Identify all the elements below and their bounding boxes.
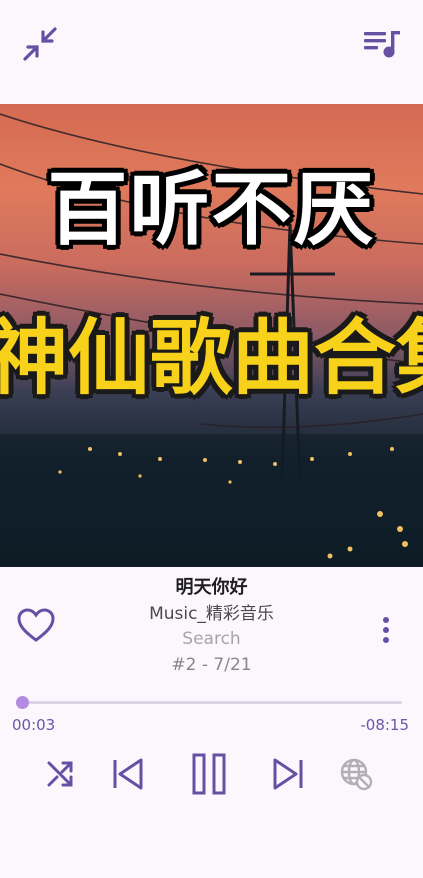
album-artwork: 百听不厌 神仙歌曲合集 [0, 104, 423, 567]
previous-button[interactable] [106, 752, 150, 796]
time-remaining: -08:15 [360, 716, 409, 734]
seek-thumb[interactable] [16, 696, 29, 709]
collapse-arrows-icon [23, 27, 57, 61]
seek-track [16, 701, 402, 704]
album-name[interactable]: Search [0, 627, 423, 652]
globe-blocked-icon [340, 758, 373, 791]
track-position: #2 - 7/21 [171, 655, 252, 675]
play-pause-button[interactable] [184, 748, 234, 800]
more-vert-icon [383, 617, 389, 643]
playlist-music-icon [364, 31, 400, 58]
collapse-player-button[interactable] [18, 24, 62, 64]
shuffle-button[interactable] [42, 756, 78, 792]
skip-previous-icon [113, 758, 143, 790]
network-button[interactable] [336, 754, 376, 794]
skip-next-icon [273, 758, 303, 790]
next-button[interactable] [266, 752, 310, 796]
artwork-title-line1: 百听不厌 [47, 163, 376, 256]
more-options-button[interactable] [372, 612, 400, 648]
top-bar [0, 0, 423, 104]
song-title: 明天你好 [175, 577, 248, 598]
heart-outline-icon [17, 608, 55, 642]
artwork-title-line2: 神仙歌曲合集 [0, 311, 423, 406]
queue-button[interactable] [358, 24, 406, 64]
time-elapsed: 00:03 [12, 716, 56, 734]
favorite-button[interactable] [14, 604, 58, 648]
pause-icon [192, 753, 226, 795]
track-info: 明天你好 Music_精彩音乐 Search #2 - 7/21 [0, 574, 423, 678]
shuffle-icon [47, 761, 73, 787]
seek-bar[interactable] [16, 696, 402, 709]
artist-name[interactable]: Music_精彩音乐 [0, 602, 423, 627]
